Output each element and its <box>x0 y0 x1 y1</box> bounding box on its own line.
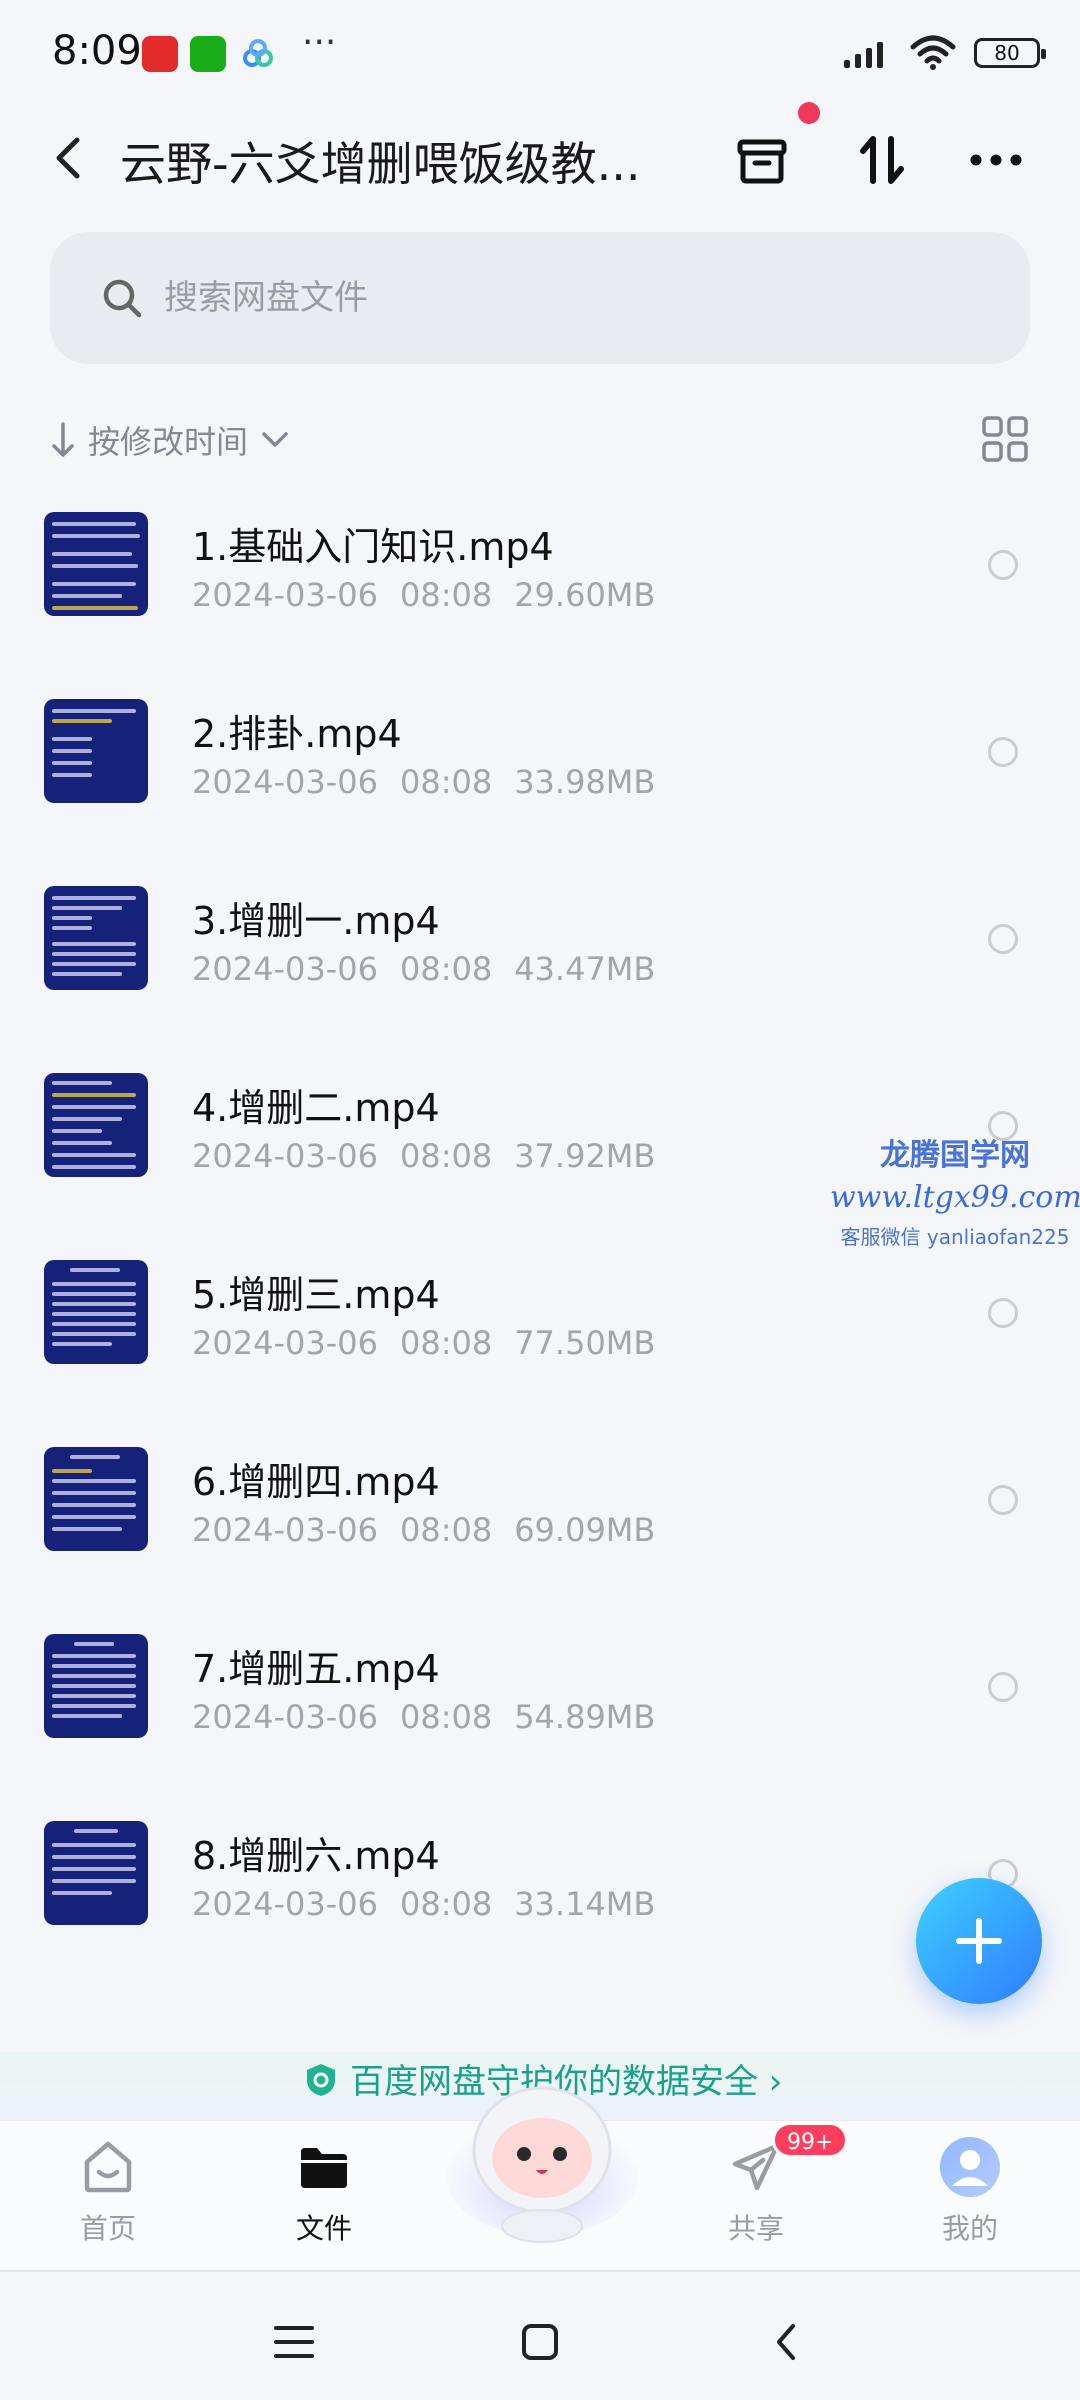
file-item[interactable]: 2.排卦.mp4 2024-03-06 08:08 33.98MB <box>0 687 1080 874</box>
select-checkbox[interactable] <box>988 924 1018 954</box>
file-name: 6.增删四.mp4 <box>192 1460 440 1504</box>
home-button[interactable] <box>510 2312 570 2372</box>
file-item[interactable]: 3.增删一.mp4 2024-03-06 08:08 43.47MB <box>0 874 1080 1061</box>
back-icon <box>777 2324 795 2360</box>
profile-avatar-icon <box>938 2135 1002 2199</box>
more-icon <box>970 154 1022 166</box>
file-name: 5.增删三.mp4 <box>192 1273 440 1317</box>
add-button[interactable] <box>916 1878 1042 2004</box>
folder-icon <box>292 2135 356 2199</box>
file-name: 7.增删五.mp4 <box>192 1647 440 1691</box>
mascot-assistant-button[interactable] <box>444 2066 640 2246</box>
back-button[interactable] <box>40 130 96 186</box>
file-meta: 2024-03-06 08:08 33.14MB <box>192 1885 656 1923</box>
notification-dot <box>798 102 820 124</box>
video-thumbnail <box>44 1634 148 1738</box>
sort-selector[interactable]: 按修改时间 <box>50 410 290 470</box>
video-thumbnail <box>44 1260 148 1364</box>
status-bar: 8:09 ··· 80 <box>0 0 1080 110</box>
file-meta: 2024-03-06 08:08 43.47MB <box>192 950 656 988</box>
nav-home-label: 首页 <box>79 2212 136 2245</box>
nav-files[interactable]: 文件 <box>254 2135 394 2247</box>
select-checkbox[interactable] <box>988 550 1018 580</box>
plus-icon <box>956 1918 1002 1964</box>
square-icon <box>522 2324 558 2360</box>
menu-icon <box>274 2326 314 2358</box>
select-checkbox[interactable] <box>988 1298 1018 1328</box>
video-thumbnail <box>44 1821 148 1925</box>
file-name: 1.基础入门知识.mp4 <box>192 525 554 569</box>
folder-title: 云野-六爻增删喂饭级教... <box>120 137 640 191</box>
file-meta: 2024-03-06 08:08 54.89MB <box>192 1698 656 1736</box>
search-icon <box>103 279 142 318</box>
file-name: 2.排卦.mp4 <box>192 712 402 756</box>
search-input[interactable] <box>164 278 964 318</box>
archive-box-icon <box>737 139 787 184</box>
file-meta: 2024-03-06 08:08 69.09MB <box>192 1511 656 1549</box>
video-thumbnail <box>44 1073 148 1177</box>
nav-files-label: 文件 <box>295 2212 352 2245</box>
back-icon <box>56 137 80 179</box>
file-name: 4.增删二.mp4 <box>192 1086 440 1130</box>
battery-indicator: 80 <box>974 38 1046 68</box>
file-meta: 2024-03-06 08:08 77.50MB <box>192 1324 656 1362</box>
sort-down-arrow-icon <box>52 422 74 457</box>
search-bar[interactable] <box>50 232 1030 364</box>
wifi-icon <box>910 35 956 70</box>
select-checkbox[interactable] <box>988 737 1018 767</box>
file-item[interactable]: 5.增删三.mp4 2024-03-06 08:08 77.50MB <box>0 1248 1080 1435</box>
system-back-button[interactable] <box>756 2312 816 2372</box>
status-more-dots: ··· <box>302 22 337 63</box>
status-time: 8:09 <box>52 28 142 74</box>
share-badge: 99+ <box>772 2122 849 2158</box>
system-navigation-bar <box>0 2270 1080 2400</box>
file-item[interactable]: 8.增删六.mp4 2024-03-06 08:08 33.14MB <box>0 1809 1080 1996</box>
nav-share-label: 共享 <box>727 2212 784 2245</box>
file-item[interactable]: 7.增删五.mp4 2024-03-06 08:08 54.89MB <box>0 1622 1080 1809</box>
more-button[interactable] <box>964 128 1028 192</box>
chevron-down-icon <box>262 432 288 447</box>
news-app-icon <box>142 36 178 72</box>
nav-mine[interactable]: 我的 <box>900 2135 1040 2247</box>
select-checkbox[interactable] <box>988 1485 1018 1515</box>
video-thumbnail <box>44 512 148 616</box>
sort-arrows-icon <box>860 136 904 184</box>
video-thumbnail <box>44 699 148 803</box>
archive-button[interactable] <box>730 128 794 192</box>
watermark: 龙腾国学网 www.ltgx99.com 客服微信 yanliaofan225 <box>830 1130 1080 1250</box>
file-item[interactable]: 1.基础入门知识.mp4 2024-03-06 08:08 29.60MB <box>0 500 1080 687</box>
status-indicators: 80 <box>842 30 1046 76</box>
watermark-url: www.ltgx99.com <box>830 1180 1080 1215</box>
video-thumbnail <box>44 886 148 990</box>
baidu-netdisk-icon <box>240 36 276 72</box>
grid-view-icon[interactable] <box>980 414 1030 464</box>
video-thumbnail <box>44 1447 148 1551</box>
home-icon <box>76 2135 140 2199</box>
select-checkbox[interactable] <box>988 1672 1018 1702</box>
file-name: 3.增删一.mp4 <box>192 899 440 943</box>
nav-home[interactable]: 首页 <box>38 2135 178 2247</box>
file-name: 8.增删六.mp4 <box>192 1834 440 1878</box>
watermark-contact: 客服微信 yanliaofan225 <box>840 1225 1070 1249</box>
watermark-title: 龙腾国学网 <box>880 1138 1030 1173</box>
nav-mine-label: 我的 <box>941 2212 998 2245</box>
file-meta: 2024-03-06 08:08 29.60MB <box>192 576 656 614</box>
wechat-icon <box>190 36 226 72</box>
sort-label: 按修改时间 <box>88 423 249 461</box>
signal-icon <box>844 42 883 68</box>
sort-button[interactable] <box>850 128 914 192</box>
file-meta: 2024-03-06 08:08 33.98MB <box>192 763 656 801</box>
file-item[interactable]: 6.增删四.mp4 2024-03-06 08:08 69.09MB <box>0 1435 1080 1622</box>
recent-apps-button[interactable] <box>264 2312 324 2372</box>
file-meta: 2024-03-06 08:08 37.92MB <box>192 1137 656 1175</box>
shield-icon <box>307 2064 335 2096</box>
